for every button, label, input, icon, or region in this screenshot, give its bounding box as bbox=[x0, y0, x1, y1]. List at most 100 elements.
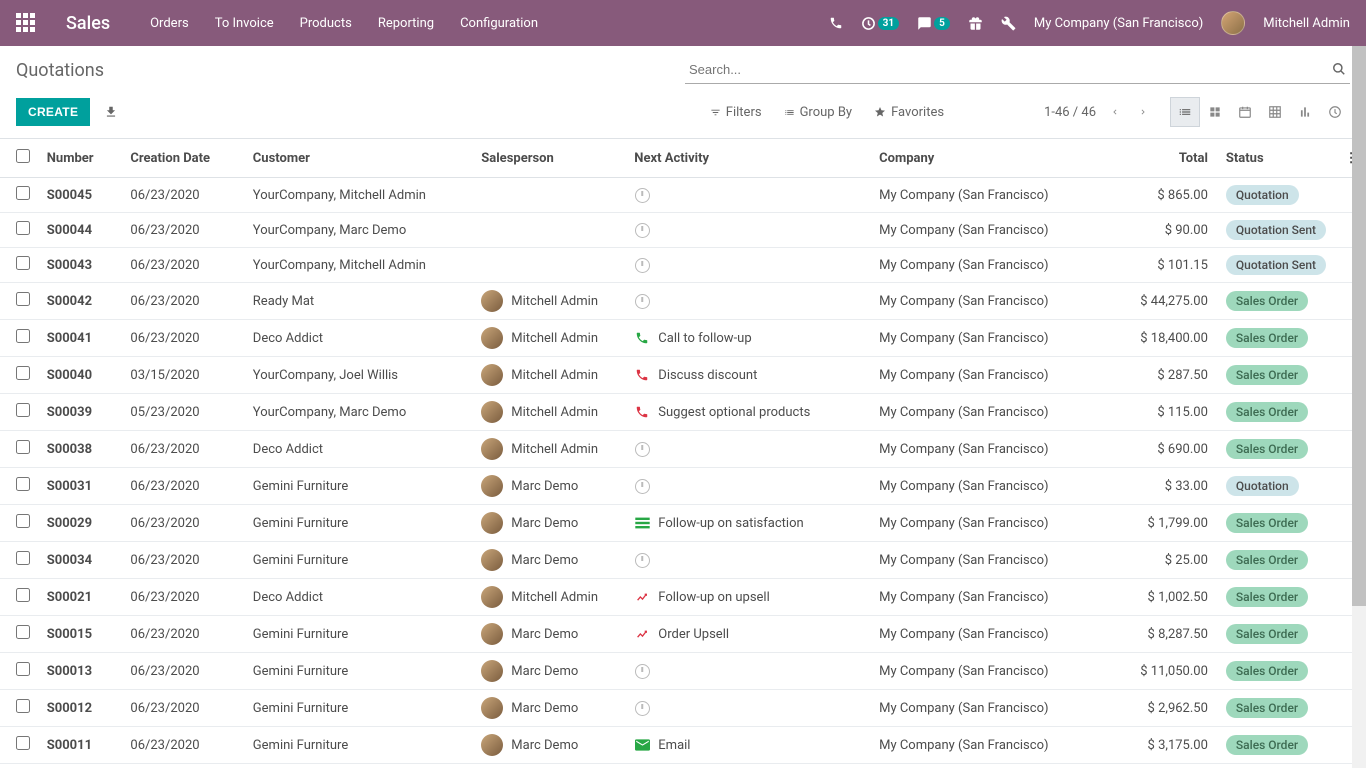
view-pivot-button[interactable] bbox=[1260, 97, 1290, 127]
chat-icon[interactable]: 5 bbox=[917, 16, 950, 31]
status-badge: Sales Order bbox=[1226, 402, 1308, 422]
cell-activity[interactable]: Email bbox=[626, 727, 871, 764]
col-header-company[interactable]: Company bbox=[871, 139, 1116, 178]
tools-icon[interactable] bbox=[1001, 16, 1016, 31]
search-icon[interactable] bbox=[1332, 62, 1346, 76]
row-checkbox[interactable] bbox=[16, 256, 30, 270]
table-row[interactable]: S0001506/23/2020Gemini FurnitureMarc Dem… bbox=[0, 616, 1366, 653]
table-row[interactable]: S0002906/23/2020Gemini FurnitureMarc Dem… bbox=[0, 505, 1366, 542]
col-header-customer[interactable]: Customer bbox=[245, 139, 473, 178]
row-checkbox[interactable] bbox=[16, 736, 30, 750]
table-row[interactable]: S0001106/23/2020Gemini FurnitureMarc Dem… bbox=[0, 727, 1366, 764]
row-checkbox[interactable] bbox=[16, 186, 30, 200]
view-activity-button[interactable] bbox=[1320, 97, 1350, 127]
table-row[interactable]: S0000906/23/2020Gemini FurnitureMarc Dem… bbox=[0, 764, 1366, 768]
cell-customer: Deco Addict bbox=[245, 579, 473, 616]
filters-button[interactable]: Filters bbox=[710, 105, 762, 120]
cell-activity[interactable] bbox=[626, 213, 871, 248]
col-header-status[interactable]: Status bbox=[1218, 139, 1336, 178]
table-row[interactable]: S0003406/23/2020Gemini FurnitureMarc Dem… bbox=[0, 542, 1366, 579]
row-checkbox[interactable] bbox=[16, 588, 30, 602]
row-checkbox[interactable] bbox=[16, 329, 30, 343]
table-row[interactable]: S0001206/23/2020Gemini FurnitureMarc Dem… bbox=[0, 690, 1366, 727]
scrollbar[interactable] bbox=[1352, 46, 1366, 768]
table-row[interactable]: S0001306/23/2020Gemini FurnitureMarc Dem… bbox=[0, 653, 1366, 690]
favorites-button[interactable]: Favorites bbox=[874, 105, 944, 120]
cell-activity[interactable]: Confirm Delivery bbox=[626, 764, 871, 768]
row-checkbox[interactable] bbox=[16, 221, 30, 235]
row-checkbox[interactable] bbox=[16, 699, 30, 713]
gift-icon[interactable] bbox=[968, 16, 983, 31]
groupby-button[interactable]: Group By bbox=[784, 105, 853, 120]
company-selector[interactable]: My Company (San Francisco) bbox=[1034, 16, 1203, 31]
import-button[interactable] bbox=[104, 105, 118, 119]
cell-activity[interactable]: Discuss discount bbox=[626, 357, 871, 394]
app-name[interactable]: Sales bbox=[66, 13, 110, 34]
select-all-checkbox[interactable] bbox=[16, 149, 30, 163]
cell-activity[interactable] bbox=[626, 468, 871, 505]
cell-total: $ 18,400.00 bbox=[1116, 320, 1218, 357]
table-row[interactable]: S0003905/23/2020YourCompany, Marc DemoMi… bbox=[0, 394, 1366, 431]
apps-icon[interactable] bbox=[16, 13, 36, 33]
cell-activity[interactable]: Suggest optional products bbox=[626, 394, 871, 431]
cell-activity[interactable] bbox=[626, 431, 871, 468]
cell-total: $ 2,962.50 bbox=[1116, 690, 1218, 727]
nav-menu-products[interactable]: Products bbox=[300, 16, 352, 31]
table-row[interactable]: S0004406/23/2020YourCompany, Marc DemoMy… bbox=[0, 213, 1366, 248]
chat-badge: 5 bbox=[934, 17, 950, 30]
nav-menu-configuration[interactable]: Configuration bbox=[460, 16, 538, 31]
row-checkbox[interactable] bbox=[16, 662, 30, 676]
row-checkbox[interactable] bbox=[16, 403, 30, 417]
row-checkbox[interactable] bbox=[16, 551, 30, 565]
cell-activity[interactable]: Call to follow-up bbox=[626, 320, 871, 357]
row-checkbox[interactable] bbox=[16, 440, 30, 454]
cell-activity[interactable] bbox=[626, 283, 871, 320]
pager-text[interactable]: 1-46 / 46 bbox=[1044, 105, 1096, 120]
view-graph-button[interactable] bbox=[1290, 97, 1320, 127]
col-header-date[interactable]: Creation Date bbox=[122, 139, 244, 178]
table-row[interactable]: S0003806/23/2020Deco AddictMitchell Admi… bbox=[0, 431, 1366, 468]
phone-icon[interactable] bbox=[829, 16, 843, 30]
row-checkbox[interactable] bbox=[16, 366, 30, 380]
col-header-total[interactable]: Total bbox=[1116, 139, 1218, 178]
pager-next[interactable] bbox=[1134, 103, 1152, 121]
cell-activity[interactable] bbox=[626, 690, 871, 727]
search-input[interactable] bbox=[685, 56, 1350, 84]
table-row[interactable]: S0004106/23/2020Deco AddictMitchell Admi… bbox=[0, 320, 1366, 357]
view-calendar-button[interactable] bbox=[1230, 97, 1260, 127]
row-checkbox[interactable] bbox=[16, 477, 30, 491]
create-button[interactable]: CREATE bbox=[16, 98, 90, 126]
table-row[interactable]: S0003106/23/2020Gemini FurnitureMarc Dem… bbox=[0, 468, 1366, 505]
col-header-activity[interactable]: Next Activity bbox=[626, 139, 871, 178]
view-kanban-button[interactable] bbox=[1200, 97, 1230, 127]
table-row[interactable]: S0004506/23/2020YourCompany, Mitchell Ad… bbox=[0, 178, 1366, 213]
view-list-button[interactable] bbox=[1170, 97, 1200, 127]
breadcrumb-title[interactable]: Quotations bbox=[16, 56, 104, 81]
phone-icon bbox=[635, 405, 649, 419]
col-header-salesperson[interactable]: Salesperson bbox=[473, 139, 626, 178]
cell-activity[interactable] bbox=[626, 542, 871, 579]
scrollbar-thumb[interactable] bbox=[1352, 46, 1366, 606]
row-checkbox[interactable] bbox=[16, 625, 30, 639]
nav-menu-reporting[interactable]: Reporting bbox=[378, 16, 434, 31]
table-row[interactable]: S0004306/23/2020YourCompany, Mitchell Ad… bbox=[0, 248, 1366, 283]
cell-activity[interactable]: Follow-up on upsell bbox=[626, 579, 871, 616]
cell-activity[interactable] bbox=[626, 248, 871, 283]
row-checkbox[interactable] bbox=[16, 514, 30, 528]
row-checkbox[interactable] bbox=[16, 292, 30, 306]
nav-menu-to-invoice[interactable]: To Invoice bbox=[215, 16, 274, 31]
user-avatar[interactable] bbox=[1221, 11, 1245, 35]
table-row[interactable]: S0004003/15/2020YourCompany, Joel Willis… bbox=[0, 357, 1366, 394]
col-header-number[interactable]: Number bbox=[39, 139, 123, 178]
cell-activity[interactable] bbox=[626, 178, 871, 213]
cell-activity[interactable] bbox=[626, 653, 871, 690]
table-row[interactable]: S0002106/23/2020Deco AddictMitchell Admi… bbox=[0, 579, 1366, 616]
pager-prev[interactable] bbox=[1106, 103, 1124, 121]
cell-activity[interactable]: Follow-up on satisfaction bbox=[626, 505, 871, 542]
activity-icon[interactable]: 31 bbox=[861, 16, 899, 31]
table-row[interactable]: S0004206/23/2020Ready MatMitchell AdminM… bbox=[0, 283, 1366, 320]
nav-menu-orders[interactable]: Orders bbox=[150, 16, 189, 31]
cell-number: S00009 bbox=[39, 764, 123, 768]
cell-activity[interactable]: Order Upsell bbox=[626, 616, 871, 653]
user-name[interactable]: Mitchell Admin bbox=[1263, 16, 1350, 31]
